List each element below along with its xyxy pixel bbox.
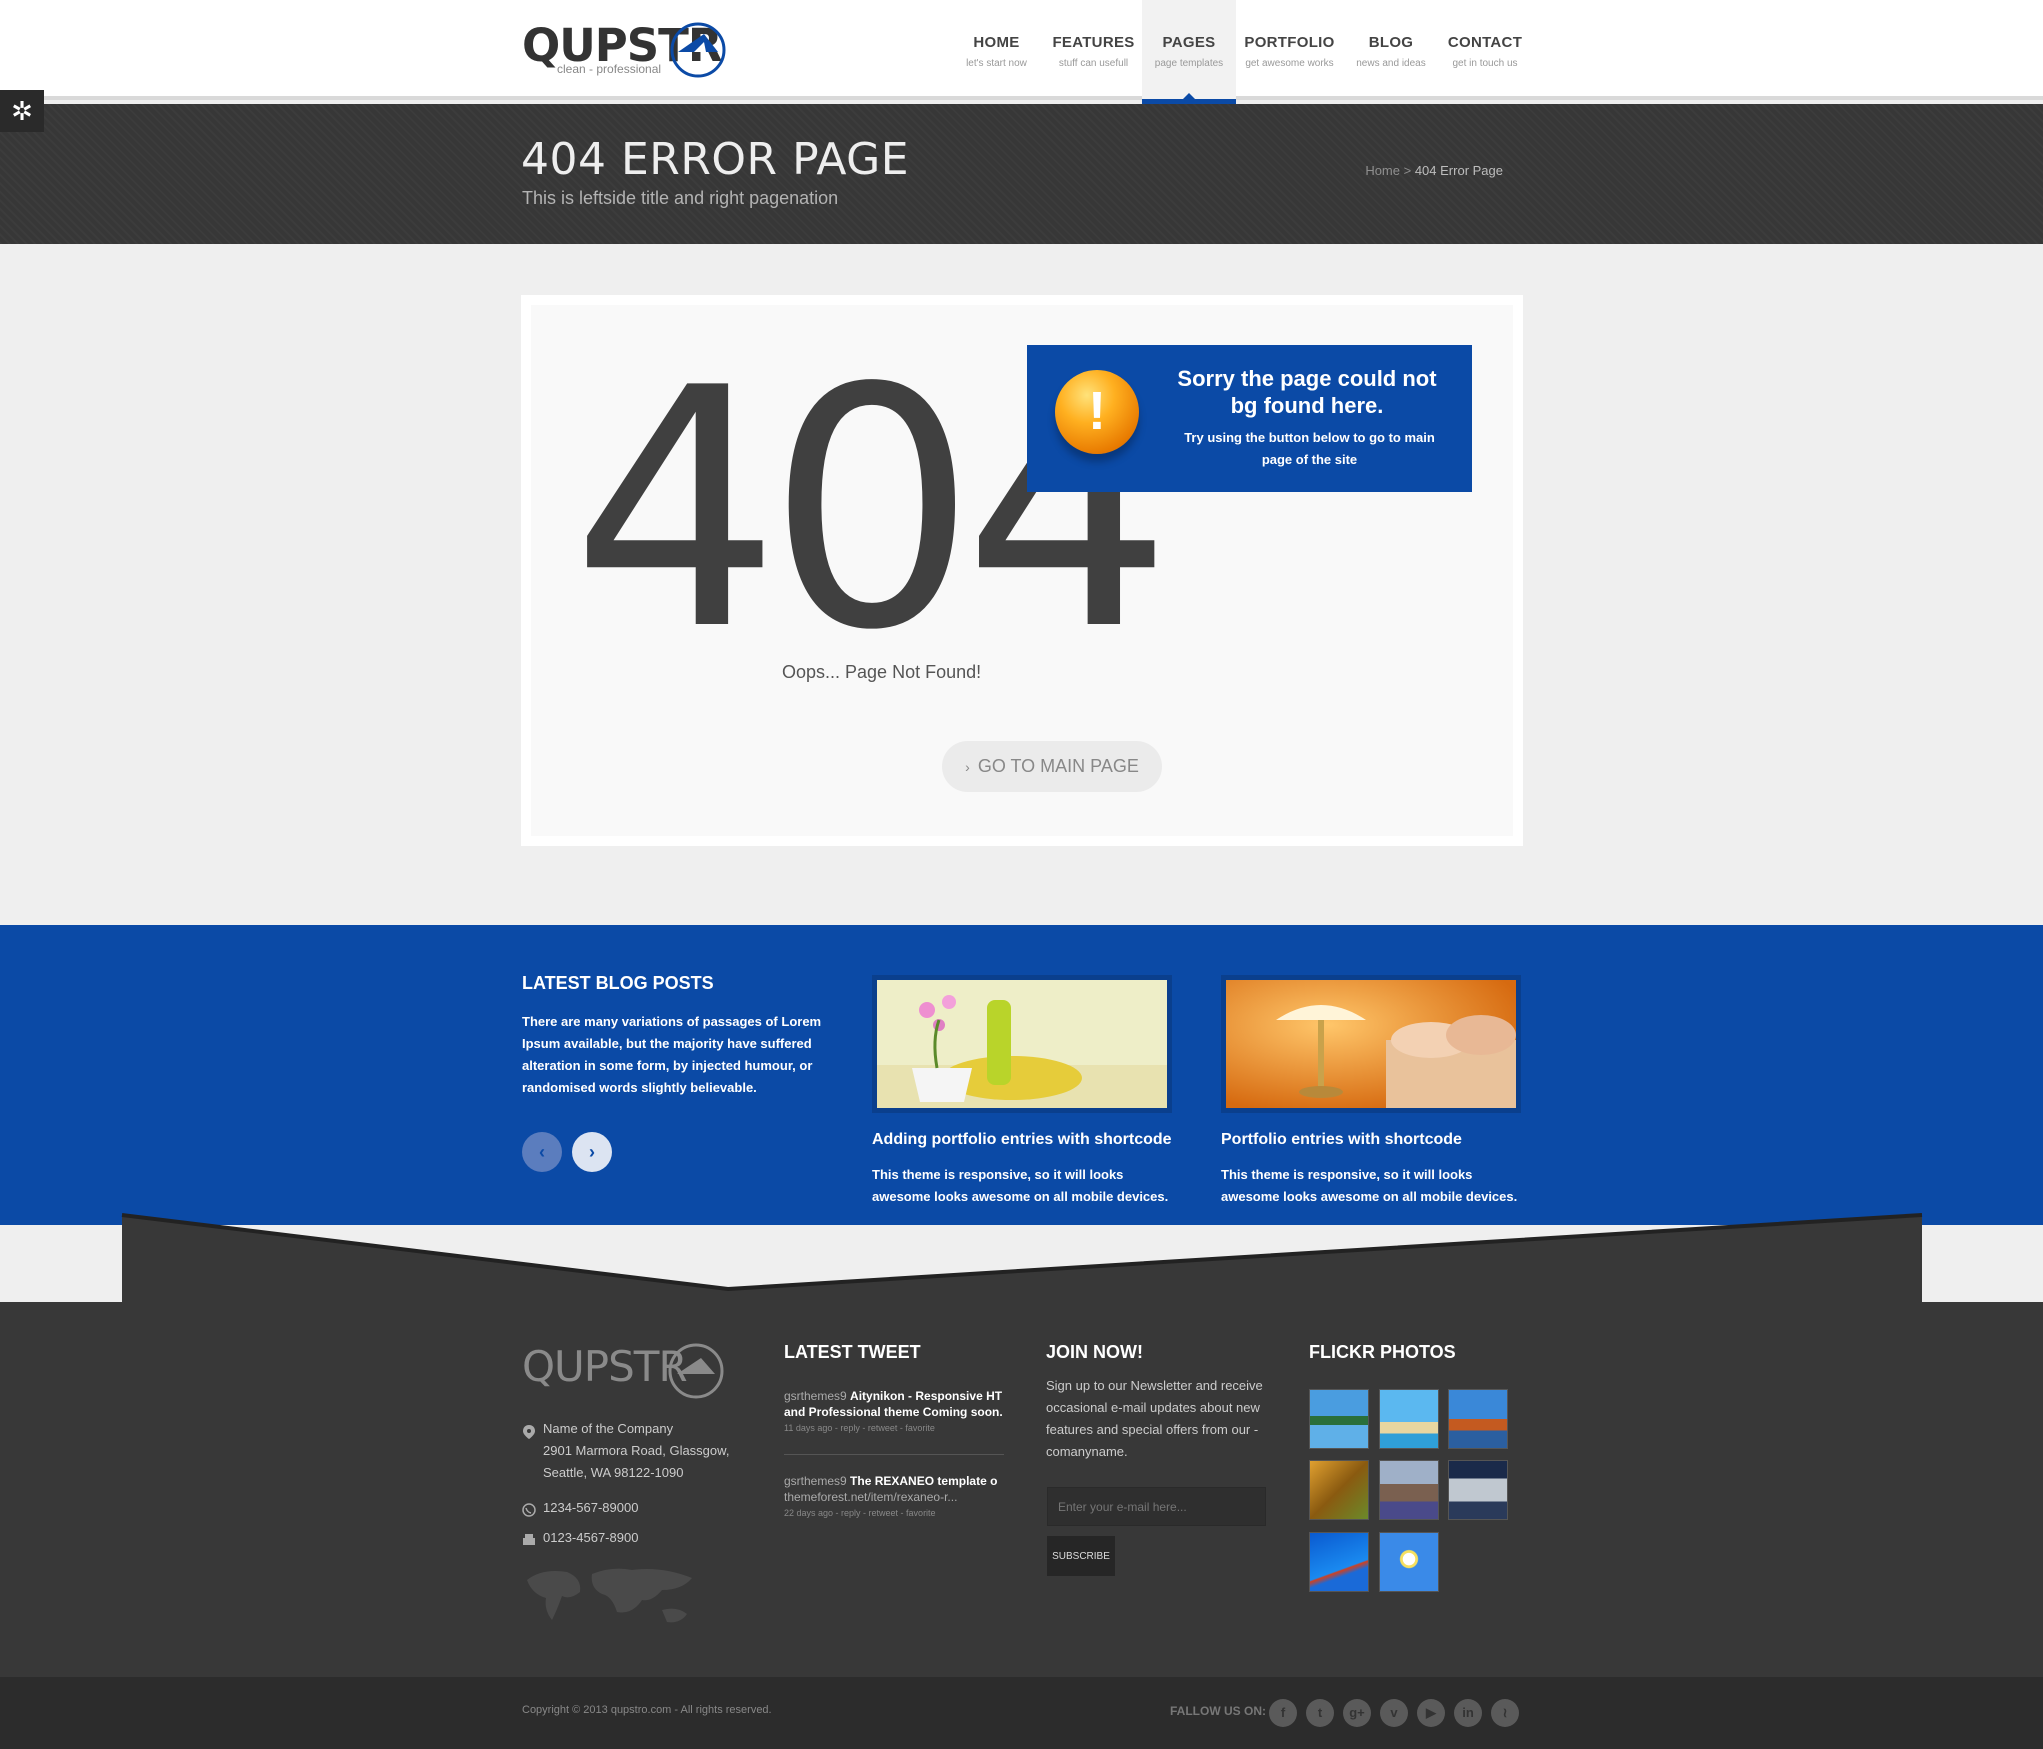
twitter-icon[interactable]: t (1306, 1699, 1334, 1727)
nav-home[interactable]: HOME let's start now (948, 0, 1045, 104)
page-subtitle: This is leftside title and right pagenat… (522, 188, 839, 208)
footer-logo[interactable]: QUPSTR (522, 1342, 724, 1399)
carousel-next-button[interactable]: › (572, 1132, 612, 1172)
nav-portfolio[interactable]: PORTFOLIO get awesome works (1236, 0, 1343, 104)
nav-sublabel: stuff can usefull (1058, 58, 1129, 69)
site-logo[interactable]: QUPSTR clean - professional (522, 18, 726, 78)
nav-label: PAGES (1162, 34, 1216, 51)
nav-contact[interactable]: CONTACT get in touch us (1439, 0, 1531, 104)
map-pin-icon (523, 1425, 535, 1439)
blog-post-thumbnail[interactable] (1221, 975, 1521, 1113)
blog-post-excerpt: This theme is responsive, so it will loo… (1221, 1167, 1518, 1204)
tweet-meta: 22 days ago - reply - retweet - favorite (784, 1508, 936, 1518)
flickr-thumb[interactable] (1379, 1532, 1439, 1592)
latest-blog-heading: LATEST BLOG POSTS (522, 973, 714, 993)
subscribe-button[interactable]: SUBSCRIBE (1047, 1536, 1115, 1576)
logo-mountain-icon (670, 22, 726, 78)
page-title: 404 ERROR PAGE (521, 134, 910, 185)
flickr-heading: FLICKR PHOTOS (1309, 1342, 1456, 1362)
spa-products-image (877, 980, 1167, 1108)
follow-us-label: FALLOW US ON: (1170, 1704, 1266, 1718)
newsletter-text: Sign up to our Newsletter and receive oc… (1046, 1378, 1263, 1459)
warning-icon: ! (1055, 370, 1139, 454)
footer-address-line: Name of the Company (543, 1421, 674, 1436)
notice-title: Sorry the page could not bg found here. (1177, 366, 1437, 418)
error-notice-box: ! Sorry the page could not bg found here… (1027, 345, 1472, 492)
vimeo-icon[interactable]: v (1380, 1699, 1408, 1727)
footer-address-line: Seattle, WA 98122-1090 (543, 1465, 684, 1480)
tweet-meta: 11 days ago - reply - retweet - favorite (784, 1423, 935, 1433)
chevron-right-icon: › (965, 759, 970, 775)
nav-sublabel: news and ideas (1356, 58, 1426, 69)
blog-post-excerpt: This theme is responsive, so it will loo… (872, 1167, 1169, 1204)
copyright-text: Copyright © 2013 qupstro.com - All right… (522, 1704, 772, 1716)
tweet-text-line2: and Professional theme Coming soon. (784, 1405, 1003, 1419)
footer-logo-wordmark: QUPSTR (522, 1342, 688, 1391)
main-nav: HOME let's start now FEATURES stuff can us… (948, 0, 1531, 104)
nav-sublabel: get awesome works (1245, 58, 1334, 69)
logo-tagline: clean - professional (557, 62, 662, 76)
nav-sublabel: let's start now (966, 58, 1027, 69)
notice-text: Try using the button below to go to main… (1184, 430, 1435, 467)
tweet-item[interactable]: gsrthemes9 The REXANEO template o themef… (784, 1473, 1004, 1521)
blog-post-title[interactable]: Adding portfolio entries with shortcode (872, 1131, 1172, 1149)
footer-bottom-bar (0, 1677, 2043, 1749)
nav-features[interactable]: FEATURES stuff can usefull (1045, 0, 1142, 104)
bedroom-lamp-image (1226, 980, 1516, 1108)
nav-sublabel: get in touch us (1452, 58, 1518, 69)
tweet-text: Aitynikon - Responsive HT (850, 1389, 1003, 1403)
nav-label: BLOG (1368, 34, 1414, 51)
flickr-thumb[interactable] (1379, 1389, 1439, 1449)
world-map-icon (527, 1568, 692, 1623)
nav-blog[interactable]: BLOG news and ideas (1343, 0, 1439, 104)
nav-label: PORTFOLIO (1244, 34, 1335, 51)
flickr-thumb[interactable] (1309, 1460, 1369, 1520)
breadcrumb-separator: > (1400, 163, 1415, 178)
nav-label: FEATURES (1052, 34, 1135, 51)
flickr-thumb[interactable] (1309, 1532, 1369, 1592)
go-to-main-button[interactable]: › GO TO MAIN PAGE (942, 741, 1162, 792)
tweet-user: gsrthemes9 (784, 1389, 847, 1403)
linkedin-icon[interactable]: in (1454, 1699, 1482, 1727)
flickr-thumb[interactable] (1448, 1389, 1508, 1449)
nav-label: CONTACT (1447, 34, 1523, 51)
facebook-icon[interactable]: f (1269, 1699, 1297, 1727)
error-message: Oops... Page Not Found! (782, 662, 982, 682)
footer-address-line: 2901 Marmora Road, Glassgow, (543, 1443, 730, 1458)
youtube-icon[interactable]: ▶ (1417, 1699, 1445, 1727)
flickr-thumb[interactable] (1448, 1460, 1508, 1520)
page-title-bar: 404 ERROR PAGE This is leftside title an… (0, 104, 2043, 244)
breadcrumb-current: 404 Error Page (1414, 163, 1503, 178)
blog-post-thumbnail[interactable] (872, 975, 1172, 1113)
join-now-heading: JOIN NOW! (1046, 1342, 1143, 1362)
breadcrumb-home-link[interactable]: Home (1365, 163, 1400, 178)
flickr-thumb[interactable] (1379, 1460, 1439, 1520)
go-to-main-label: GO TO MAIN PAGE (977, 756, 1139, 776)
nav-sublabel: page templates (1154, 58, 1224, 69)
nav-label: HOME (973, 34, 1020, 51)
site-header: QUPSTR clean - professional HOME let's st… (0, 0, 2043, 104)
breadcrumb: Home > 404 Error Page (1365, 163, 1503, 178)
nav-pages[interactable]: PAGES page templates (1142, 0, 1236, 104)
flickr-thumb[interactable] (1309, 1389, 1369, 1449)
tweet-text-line2: themeforest.net/item/rexaneo-r... (784, 1490, 958, 1504)
footer-logo-mountain-icon (668, 1343, 724, 1399)
tweet-text: The REXANEO template o (850, 1474, 998, 1488)
gear-icon[interactable]: ✲ (0, 90, 44, 132)
carousel-prev-button[interactable]: ‹ (522, 1132, 562, 1172)
fax-icon (523, 1534, 535, 1545)
tweet-user: gsrthemes9 (784, 1474, 847, 1488)
newsletter-email-input[interactable] (1047, 1487, 1266, 1526)
latest-blog-intro: There are many variations of passages of… (522, 1014, 822, 1095)
rss-icon[interactable]: ≀ (1491, 1699, 1519, 1727)
latest-tweet-heading: LATEST TWEET (784, 1342, 921, 1362)
footer-fax: 0123-4567-8900 (543, 1530, 639, 1545)
google-plus-icon[interactable]: g+ (1343, 1699, 1371, 1727)
site-footer (0, 1302, 2043, 1677)
blog-post-title[interactable]: Portfolio entries with shortcode (1221, 1131, 1462, 1149)
phone-icon (522, 1503, 536, 1517)
footer-phone: 1234-567-89000 (543, 1500, 639, 1515)
tweet-divider (784, 1454, 1004, 1455)
tweet-item[interactable]: gsrthemes9 Aitynikon - Responsive HT and… (784, 1388, 1004, 1436)
